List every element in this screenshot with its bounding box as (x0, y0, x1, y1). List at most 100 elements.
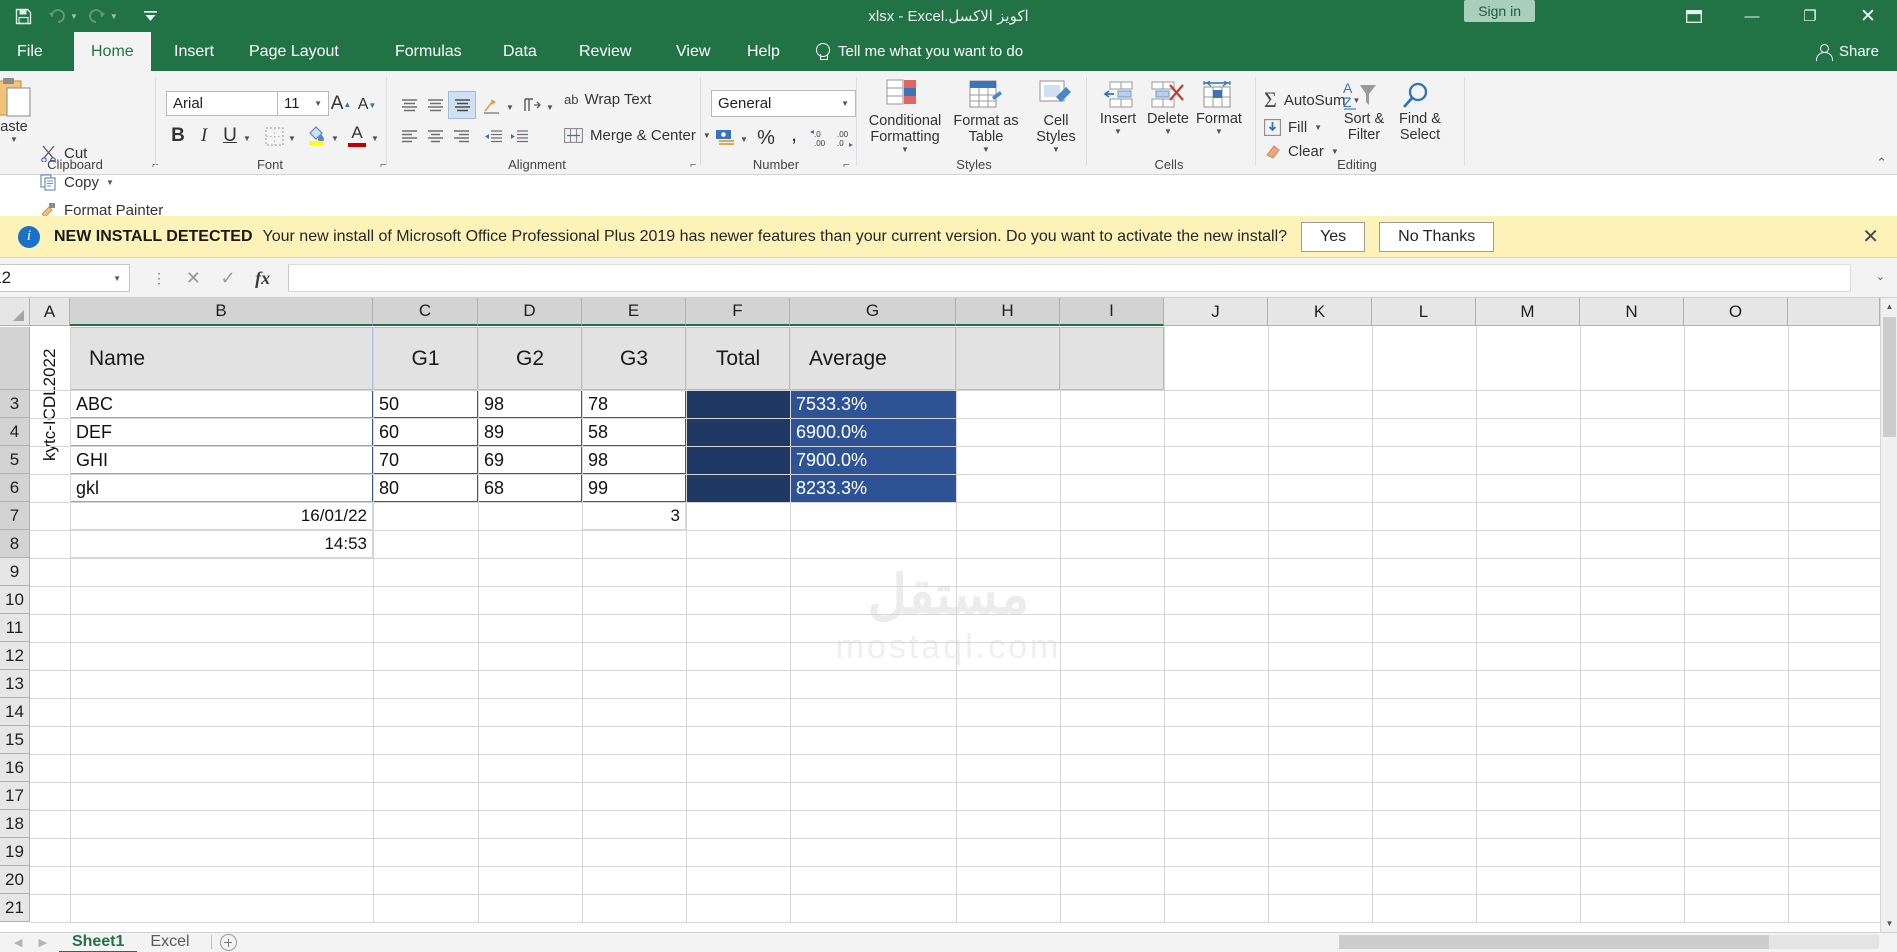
name-box-dropdown-icon[interactable]: ▼ (113, 274, 121, 283)
activate-no-thanks-button[interactable]: No Thanks (1379, 221, 1495, 252)
sign-in-button[interactable]: Sign in (1464, 0, 1535, 22)
font-color-button[interactable]: A (345, 122, 369, 148)
cell-C6-g1[interactable]: 80 (373, 474, 478, 502)
format-as-table-dropdown-icon[interactable]: ▼ (982, 145, 990, 154)
cell-styles-button[interactable]: Cell Styles ▼ (1026, 79, 1086, 154)
copy-dropdown-icon[interactable]: ▼ (106, 178, 114, 187)
scroll-down-icon[interactable]: ▼ (1881, 915, 1897, 932)
sheet-tab-excel[interactable]: Excel (137, 933, 202, 951)
column-header-O[interactable]: O (1684, 298, 1788, 326)
tab-insert[interactable]: Insert (157, 32, 231, 71)
align-center-button[interactable] (422, 125, 448, 149)
row-header-8[interactable]: 8 (0, 530, 30, 558)
row-header-4[interactable]: 4 (0, 418, 30, 446)
scroll-up-icon[interactable]: ▲ (1881, 298, 1897, 315)
align-top-button[interactable] (396, 93, 422, 117)
name-box[interactable]: G12 ▼ (0, 264, 130, 292)
text-direction-dropdown-icon[interactable]: ▼ (546, 103, 554, 112)
select-all-corner[interactable] (0, 298, 30, 326)
decrease-indent-button[interactable] (480, 125, 506, 149)
cell-F5-total[interactable] (686, 446, 790, 474)
sheet-nav-arrows[interactable]: ◀ ▶ (0, 933, 59, 949)
delete-cells-button[interactable]: Delete ▼ (1139, 81, 1197, 136)
percent-style-button[interactable]: % (754, 125, 778, 151)
cell-G5-average[interactable]: 7900.0% (790, 446, 956, 474)
vertical-scrollbar-thumb[interactable] (1883, 317, 1896, 437)
increase-font-size-button[interactable]: A ▲ (330, 93, 352, 115)
row-header-10[interactable]: 10 (0, 586, 30, 614)
row-header-6[interactable]: 6 (0, 474, 30, 502)
fill-dropdown-icon[interactable]: ▼ (1314, 123, 1322, 132)
column-header-B[interactable]: B (70, 298, 373, 326)
column-header-D[interactable]: D (478, 298, 582, 326)
row-header-5[interactable]: 5 (0, 446, 30, 474)
clear-dropdown-icon[interactable]: ▼ (1331, 147, 1339, 156)
text-direction-button[interactable] (520, 93, 544, 117)
align-left-button[interactable] (396, 125, 422, 149)
row-header-19[interactable]: 19 (0, 838, 30, 866)
column-header-N[interactable]: N (1580, 298, 1684, 326)
row-header-13[interactable]: 13 (0, 670, 30, 698)
cell-B4-name[interactable]: DEF (70, 418, 373, 446)
tab-data[interactable]: Data (486, 32, 554, 71)
comma-style-button[interactable]: , (782, 121, 806, 147)
cell-D3-g2[interactable]: 98 (478, 390, 582, 418)
cell-C5-g1[interactable]: 70 (373, 446, 478, 474)
cell-D4-g2[interactable]: 89 (478, 418, 582, 446)
cell-B2-name-header[interactable]: Name (70, 327, 373, 390)
horizontal-scrollbar-thumb[interactable] (1339, 935, 1769, 949)
vertical-scrollbar[interactable]: ▲ ▼ (1880, 298, 1897, 932)
row-header-7[interactable]: 7 (0, 502, 30, 530)
tab-help[interactable]: Help (730, 32, 797, 71)
cell-E3-g3[interactable]: 78 (582, 390, 686, 418)
row-header-17[interactable]: 17 (0, 782, 30, 810)
tab-home[interactable]: Home (74, 32, 151, 71)
column-header-A[interactable]: A (30, 298, 70, 326)
expand-formula-bar-icon[interactable]: ⌄ (1876, 270, 1885, 283)
tab-page-layout[interactable]: Page Layout (232, 32, 356, 71)
alignment-dialog-launcher[interactable]: ⌐ (690, 159, 696, 171)
cell-B3-name[interactable]: ABC (70, 390, 373, 418)
cell-F4-total[interactable] (686, 418, 790, 446)
conditional-formatting-button[interactable]: Conditional Formatting ▼ (866, 79, 944, 154)
align-middle-button[interactable] (422, 93, 448, 117)
cell-H2-empty-header[interactable] (956, 327, 1060, 390)
column-header-F[interactable]: F (686, 298, 790, 326)
minimize-button[interactable]: — (1723, 0, 1781, 32)
cell-D2-g2-header[interactable]: G2 (478, 327, 582, 390)
chevron-down-icon[interactable]: ▼ (841, 99, 849, 108)
row-header-3[interactable]: 3 (0, 390, 30, 418)
cell-D6-g2[interactable]: 68 (478, 474, 582, 502)
close-notification-icon[interactable]: ✕ (1862, 224, 1879, 249)
column-header-P[interactable] (1788, 298, 1880, 326)
underline-button[interactable]: U (218, 123, 242, 149)
column-header-M[interactable]: M (1476, 298, 1580, 326)
share-button[interactable]: Share (1815, 32, 1879, 71)
row-header-18[interactable]: 18 (0, 810, 30, 838)
column-header-G[interactable]: G (790, 298, 956, 326)
merge-center-button[interactable]: Merge & Center ▼ (564, 127, 711, 144)
cell-B5-name[interactable]: GHI (70, 446, 373, 474)
tab-view[interactable]: View (659, 32, 727, 71)
cell-G4-average[interactable]: 6900.0% (790, 418, 956, 446)
add-sheet-icon[interactable] (219, 934, 237, 951)
cell-I2-empty-header[interactable] (1060, 327, 1164, 390)
row-header-16[interactable]: 16 (0, 754, 30, 782)
cell-F3-total[interactable] (686, 390, 790, 418)
insert-cells-dropdown-icon[interactable]: ▼ (1114, 127, 1122, 136)
column-header-L[interactable]: L (1372, 298, 1476, 326)
format-cells-button[interactable]: Format ▼ (1190, 81, 1248, 136)
bold-button[interactable]: B (166, 123, 190, 149)
format-cells-dropdown-icon[interactable]: ▼ (1215, 127, 1223, 136)
paste-button[interactable]: aste ▼ (0, 77, 42, 144)
column-header-K[interactable]: K (1268, 298, 1372, 326)
maximize-button[interactable]: ❐ (1781, 0, 1839, 32)
cell-F2-total-header[interactable]: Total (686, 327, 790, 390)
font-size-combo[interactable]: 11 ▼ (277, 91, 329, 116)
cell-F6-total[interactable] (686, 474, 790, 502)
delete-cells-dropdown-icon[interactable]: ▼ (1164, 127, 1172, 136)
tell-me-search[interactable]: Tell me what you want to do (815, 32, 1023, 71)
align-right-button[interactable] (448, 125, 474, 149)
cell-C2-g1-header[interactable]: G1 (373, 327, 478, 390)
cell-C3-g1[interactable]: 50 (373, 390, 478, 418)
